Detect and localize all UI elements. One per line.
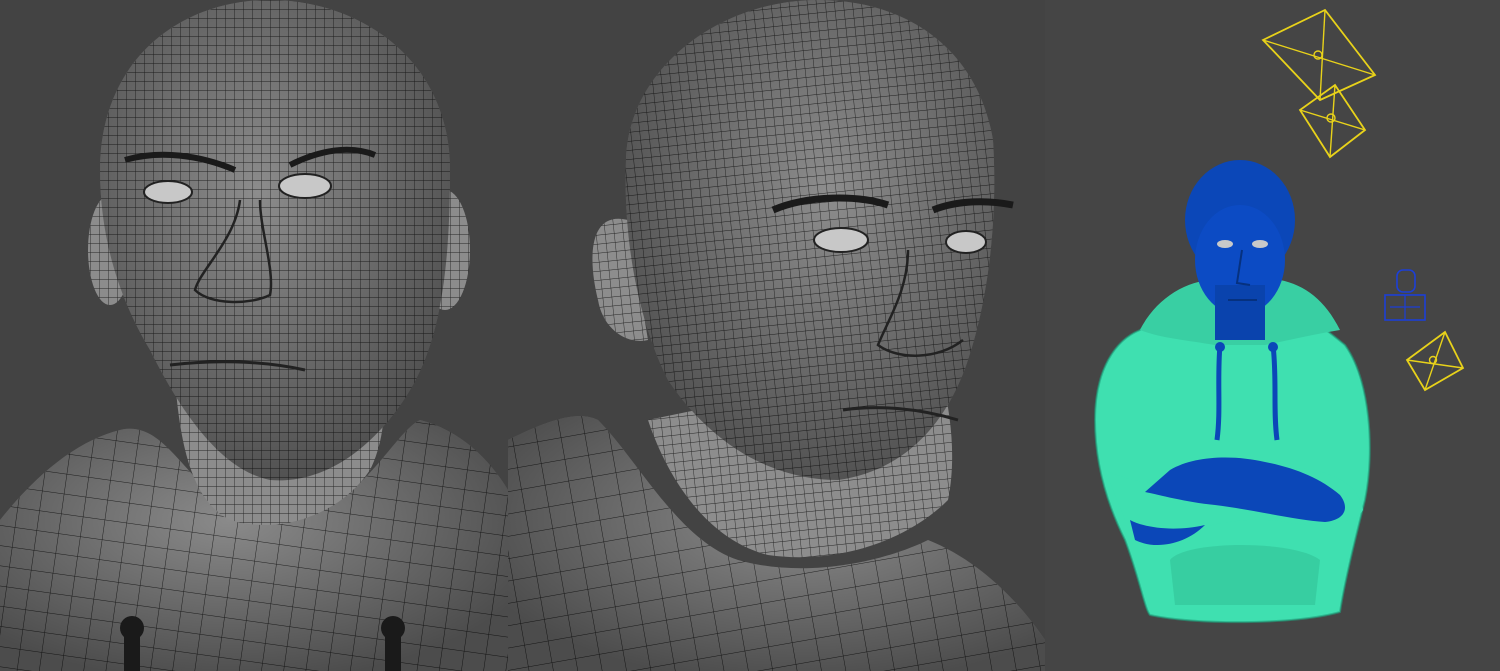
wireframe-head-front <box>0 0 508 671</box>
shaded-bust-scene <box>1045 0 1500 671</box>
shaded-bust-panel[interactable] <box>1045 0 1500 671</box>
3d-viewport[interactable] <box>0 0 1500 671</box>
wireframe-head-three-quarter <box>508 0 1045 671</box>
wireframe-three-quarter-panel[interactable] <box>508 0 1045 671</box>
wireframe-front-panel[interactable] <box>0 0 508 671</box>
